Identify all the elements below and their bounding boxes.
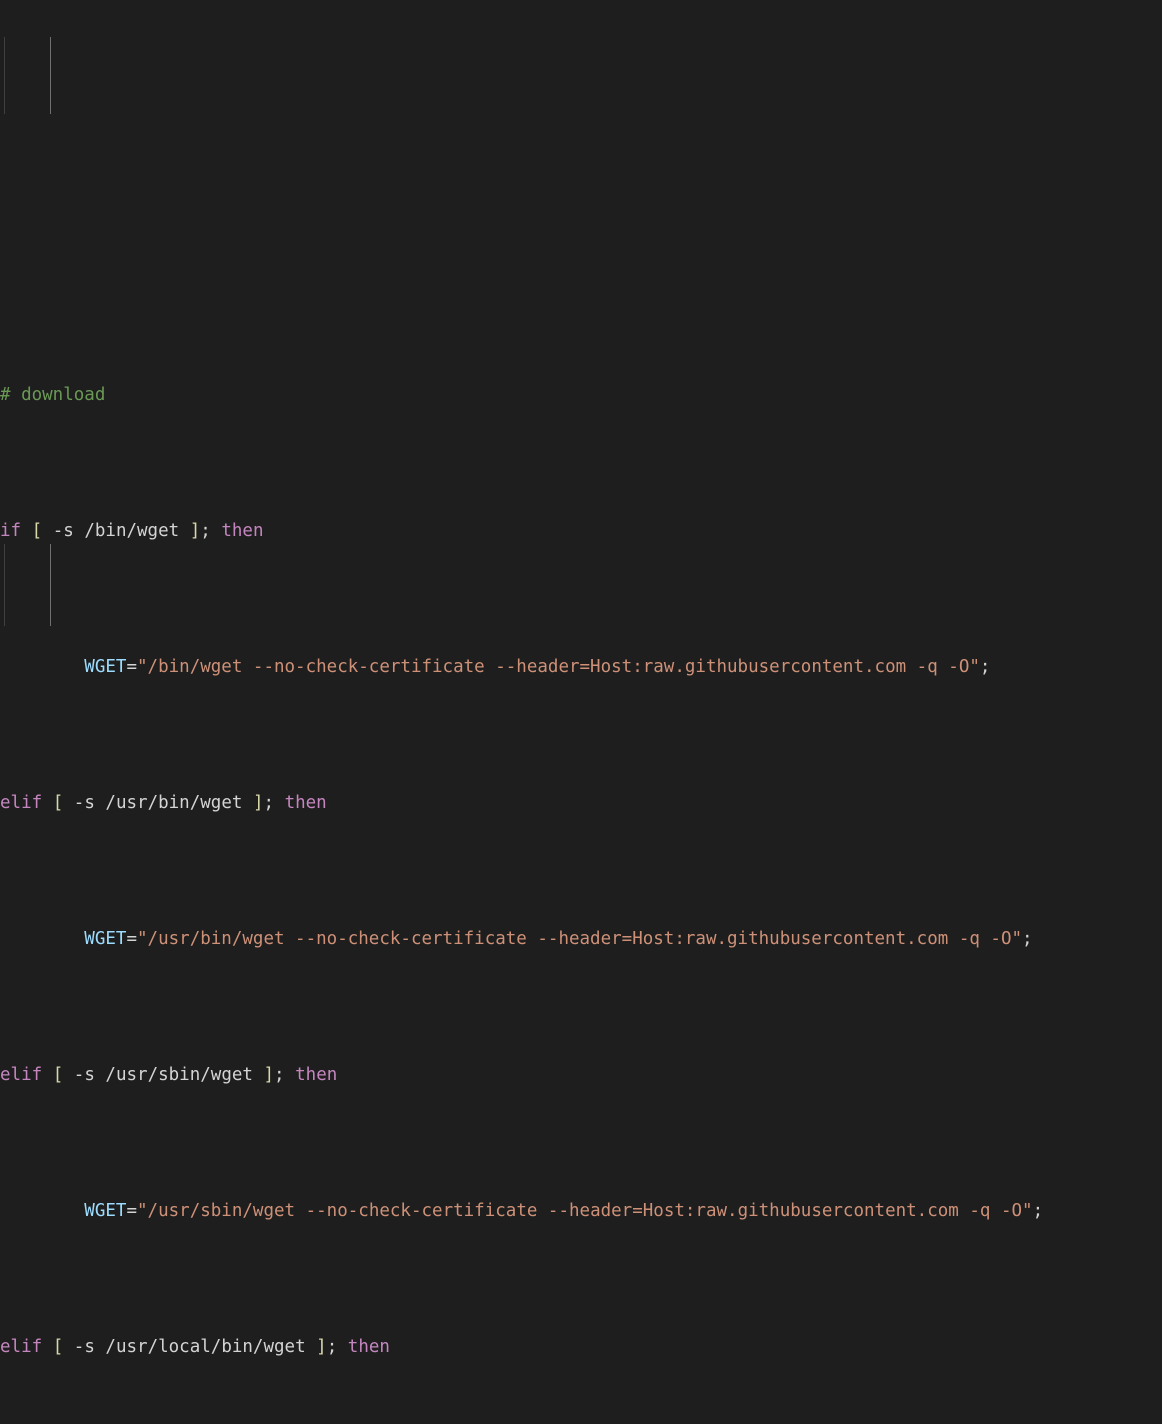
indent-guide-level1-active <box>50 37 51 114</box>
keyword-then: then <box>295 1064 338 1085</box>
string-open-quote: " <box>137 1200 148 1221</box>
code-line-5[interactable]: WGET="/usr/bin/wget --no-check-certifica… <box>0 926 1162 953</box>
semicolon: ; <box>274 1064 285 1085</box>
code-line-1[interactable]: # download <box>0 382 1162 409</box>
string-close-quote: " <box>969 656 980 677</box>
bracket-close: ] <box>189 520 201 541</box>
string-path: /usr/bin/wget <box>147 928 285 949</box>
assign-lhs-wget: WGET <box>84 656 127 677</box>
equals-op: = <box>126 1200 137 1221</box>
code-line-6[interactable]: elif [ -s /usr/sbin/wget ]; then <box>0 1062 1162 1089</box>
bracket-open: [ <box>52 792 64 813</box>
string-open-quote: " <box>137 656 148 677</box>
comment-token: # download <box>0 384 106 405</box>
code-line-7[interactable]: WGET="/usr/sbin/wget --no-check-certific… <box>0 1198 1162 1225</box>
code-line-8[interactable]: elif [ -s /usr/local/bin/wget ]; then <box>0 1334 1162 1361</box>
test-flag-s: -s <box>52 520 74 541</box>
keyword-elif: elif <box>0 792 43 813</box>
keyword-elif: elif <box>0 1064 43 1085</box>
semicolon: ; <box>263 792 275 813</box>
path-usr-local-bin-wget: /usr/local/bin/wget <box>105 1336 306 1357</box>
path-bin-wget: /bin/wget <box>84 520 180 541</box>
equals-op: = <box>126 656 137 677</box>
test-flag-s: -s <box>73 792 95 813</box>
assign-lhs-wget: WGET <box>84 1200 127 1221</box>
string-open-quote: " <box>137 928 148 949</box>
semicolon: ; <box>1022 928 1033 949</box>
path-usr-bin-wget: /usr/bin/wget <box>105 792 243 813</box>
code-line-3[interactable]: WGET="/bin/wget --no-check-certificate -… <box>0 654 1162 681</box>
keyword-if: if <box>0 520 22 541</box>
semicolon: ; <box>326 1336 338 1357</box>
string-close-quote: " <box>1022 1200 1033 1221</box>
equals-op: = <box>126 928 137 949</box>
test-flag-s: -s <box>73 1064 95 1085</box>
bracket-close: ] <box>263 1064 275 1085</box>
semicolon: ; <box>979 656 991 677</box>
test-flag-s: -s <box>73 1336 95 1357</box>
keyword-elif: elif <box>0 1336 43 1357</box>
code-editor-viewport[interactable]: # download if [ -s /bin/wget ]; then WGE… <box>0 0 1162 1357</box>
string-wget-opts: --no-check-certificate --header=Host:raw… <box>284 928 1012 949</box>
keyword-then: then <box>221 520 264 541</box>
string-path: /bin/wget <box>147 656 243 677</box>
bracket-open: [ <box>52 1336 64 1357</box>
code-lines: # download if [ -s /bin/wget ]; then WGE… <box>0 273 1162 1424</box>
semicolon: ; <box>200 520 211 541</box>
assign-lhs-wget: WGET <box>84 928 127 949</box>
bracket-open: [ <box>31 520 43 541</box>
bracket-close: ] <box>252 792 264 813</box>
path-usr-sbin-wget: /usr/sbin/wget <box>105 1064 253 1085</box>
code-line-2[interactable]: if [ -s /bin/wget ]; then <box>0 518 1162 545</box>
keyword-then: then <box>347 1336 390 1357</box>
string-path: /usr/sbin/wget <box>147 1200 296 1221</box>
bracket-open: [ <box>52 1064 64 1085</box>
bracket-close: ] <box>316 1336 327 1357</box>
indent-guide-level0 <box>4 37 5 114</box>
string-wget-opts: --no-check-certificate --header=Host:raw… <box>242 656 970 677</box>
string-close-quote: " <box>1011 928 1023 949</box>
code-line-4[interactable]: elif [ -s /usr/bin/wget ]; then <box>0 790 1162 817</box>
semicolon: ; <box>1032 1200 1044 1221</box>
keyword-then: then <box>284 792 327 813</box>
string-wget-opts: --no-check-certificate --header=Host:raw… <box>295 1200 1023 1221</box>
